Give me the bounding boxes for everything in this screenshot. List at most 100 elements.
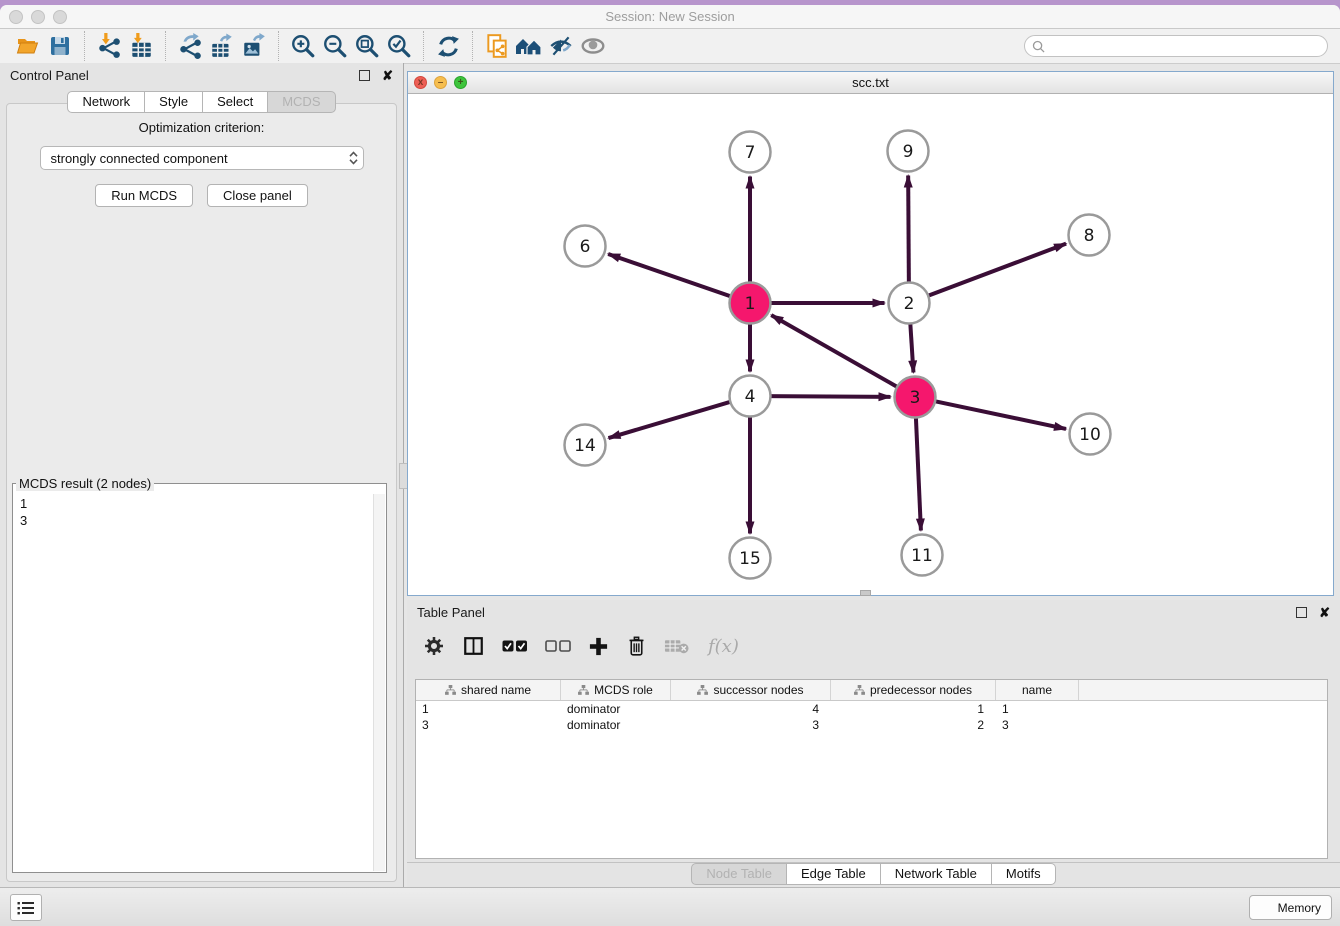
graph-node-label-4: 4 [745,387,756,407]
table-settings-gear-icon[interactable] [423,635,445,657]
function-builder-icon[interactable]: f(x) [708,636,739,657]
graph-edge-3-11[interactable] [916,413,921,530]
network-frame-titlebar[interactable]: x – + scc.txt [408,72,1333,94]
list-icon [17,901,35,915]
column-type-icon [854,685,865,695]
column-header-successor-nodes[interactable]: successor nodes [671,680,831,700]
toolbar-separator [165,31,166,61]
graph-edge-3-1[interactable] [771,315,900,389]
network-canvas[interactable]: 7968124314101511 [408,94,1333,596]
table-tabs: Node Table Edge Table Network Table Moti… [407,863,1340,885]
delete-column-trash-icon[interactable] [626,635,647,657]
open-file-icon[interactable] [12,31,44,61]
show-column-panel-icon[interactable] [462,635,485,657]
column-header-predecessor-nodes[interactable]: predecessor nodes [831,680,996,700]
export-network-icon[interactable] [174,31,206,61]
memory-status-dot [1260,902,1272,914]
graph-edge-2-8[interactable] [924,244,1066,298]
unselect-all-columns-icon[interactable] [545,639,571,654]
table-toolbar: f(x) [407,627,1340,665]
zoom-selected-icon[interactable] [383,31,415,61]
search-box [1024,35,1328,57]
show-graphics-details-icon[interactable] [577,31,609,61]
tab-network-table[interactable]: Network Table [881,863,992,885]
tab-select[interactable]: Select [203,91,268,113]
graph-edge-1-6[interactable] [608,254,734,298]
control-panel: Control Panel ✘ Network Style Select MCD… [0,63,404,888]
graph-node-label-9: 9 [903,142,914,162]
export-image-icon[interactable] [238,31,270,61]
table-row[interactable]: 3 dominator 3 2 3 [416,717,1327,733]
column-type-icon [697,685,708,695]
column-type-icon [445,685,456,695]
zoom-in-icon[interactable] [287,31,319,61]
graph-node-label-15: 15 [739,549,761,569]
export-table-icon[interactable] [206,31,238,61]
run-mcds-button[interactable]: Run MCDS [95,184,193,207]
status-bar: Memory [0,887,1340,926]
tab-style[interactable]: Style [145,91,203,113]
import-network-icon[interactable] [93,31,125,61]
close-panel-icon[interactable]: ✘ [382,69,393,82]
memory-label: Memory [1278,901,1321,915]
create-column-icon[interactable] [588,636,609,657]
task-history-button[interactable] [10,894,42,921]
table-row[interactable]: 1 dominator 4 1 1 [416,701,1327,717]
tab-node-table[interactable]: Node Table [691,863,787,885]
graph-node-label-2: 2 [904,294,915,314]
control-panel-title: Control Panel [10,68,89,83]
float-table-panel-icon[interactable] [1296,607,1307,618]
mcds-result-group: MCDS result (2 nodes) 1 3 [12,476,387,873]
graph-node-label-8: 8 [1084,226,1095,246]
graph-edge-4-14[interactable] [608,401,734,438]
toolbar-separator [423,31,424,61]
column-type-icon [578,685,589,695]
table-panel-title: Table Panel [417,605,485,620]
mcds-panel-body: Optimization criterion: strongly connect… [6,103,397,882]
close-table-panel-icon[interactable]: ✘ [1319,606,1330,619]
tab-network[interactable]: Network [67,91,145,113]
search-icon [1032,40,1045,53]
network-view-frame: x – + scc.txt 7968124314101511 [407,71,1334,596]
tab-edge-table[interactable]: Edge Table [787,863,881,885]
control-panel-tabs: Network Style Select MCDS [0,91,403,113]
save-session-icon[interactable] [44,31,76,61]
network-frame-title: scc.txt [408,75,1333,90]
toolbar-separator [472,31,473,61]
close-panel-button[interactable]: Close panel [207,184,308,207]
graph-edge-2-9[interactable] [908,175,909,286]
hide-graphics-details-icon[interactable] [545,31,577,61]
zoom-fit-icon[interactable] [351,31,383,61]
float-panel-icon[interactable] [359,70,370,81]
mcds-result-title: MCDS result (2 nodes) [16,476,154,491]
result-scrollbar[interactable] [373,494,385,871]
graph-edge-3-10[interactable] [931,400,1066,429]
mcds-result-text[interactable]: 1 3 [14,494,374,871]
tab-motifs[interactable]: Motifs [992,863,1056,885]
delete-table-icon[interactable] [664,637,689,655]
column-header-shared-name[interactable]: shared name [416,680,561,700]
graph-node-label-14: 14 [574,436,596,456]
tab-mcds[interactable]: MCDS [268,91,335,113]
table-panel: Table Panel ✘ [407,600,1340,888]
home-icon[interactable] [513,31,545,61]
graph-node-label-7: 7 [745,143,756,163]
zoom-out-icon[interactable] [319,31,351,61]
select-all-columns-icon[interactable] [502,639,528,654]
toolbar-separator [278,31,279,61]
main-toolbar [0,29,1340,64]
graph-edge-4-3[interactable] [766,396,890,397]
graph-node-label-1: 1 [745,294,756,314]
optimization-criterion-select[interactable]: strongly connected component [40,146,364,170]
memory-button[interactable]: Memory [1249,895,1332,920]
clone-network-icon[interactable] [481,31,513,61]
refresh-icon[interactable] [432,31,464,61]
column-header-mcds-role[interactable]: MCDS role [561,680,671,700]
graph-edge-2-3[interactable] [910,319,913,372]
import-table-icon[interactable] [125,31,157,61]
frame-resize-grip[interactable] [860,590,871,596]
graph-node-label-10: 10 [1079,425,1101,445]
search-input[interactable] [1050,38,1320,54]
node-table: shared name MCDS role successor nodes pr… [415,679,1328,859]
column-header-name[interactable]: name [996,680,1079,700]
